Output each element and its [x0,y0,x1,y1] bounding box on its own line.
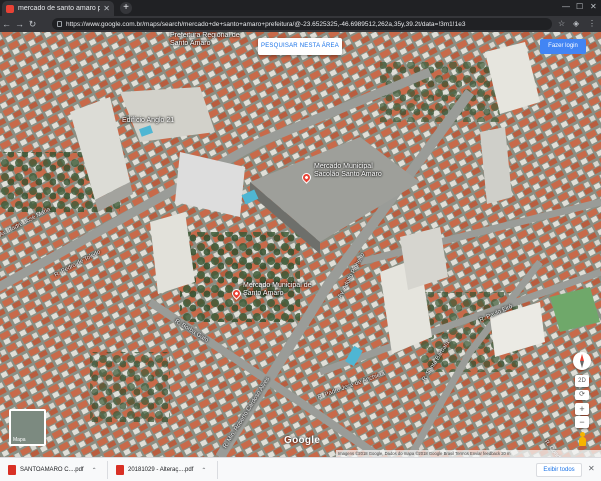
reload-icon[interactable]: ↻ [26,19,39,30]
rotate-icon[interactable]: ⟳ [575,390,589,400]
back-icon[interactable]: ← [0,19,13,29]
pdf-file-icon [116,465,124,475]
chevron-up-icon[interactable]: ⌃ [201,467,206,474]
close-downloads-icon[interactable]: ✕ [588,464,595,473]
downloads-bar: SANTOAMARO C....pdf ⌃ 20181029 - Alteraç… [0,457,601,481]
download-item[interactable]: 20181029 - Alteraç....pdf ⌃ [112,461,218,479]
url-text: https://www.google.com.br/maps/search/me… [66,20,466,28]
zoom-in-button[interactable]: + [575,403,589,415]
close-tab-icon[interactable]: ✕ [103,4,110,13]
google-logo: Google [284,435,321,446]
chevron-up-icon[interactable]: ⌃ [92,467,97,474]
tab-strip: mercado de santo amaro prefeitura ✕ + — … [0,0,601,16]
pdf-file-icon [8,465,16,475]
login-button[interactable]: Fazer login [540,39,586,54]
map-type-toggle[interactable]: Mapa [9,409,46,446]
window-close-icon[interactable]: ✕ [590,2,597,11]
zoom-out-button[interactable]: − [575,416,589,428]
compass-icon[interactable] [573,352,591,370]
maximize-icon[interactable]: ☐ [576,2,583,11]
extension-icon[interactable]: ◈ [573,19,579,28]
search-this-area-button[interactable]: PESQUISAR NESTA ÁREA [258,38,342,55]
address-bar[interactable]: https://www.google.com.br/maps/search/me… [52,18,552,30]
new-tab-button[interactable]: + [120,2,132,14]
browser-tab[interactable]: mercado de santo amaro prefeitura ✕ [2,1,114,16]
tilt-2d-button[interactable]: 2D [575,375,589,387]
map-satellite-view[interactable]: PESQUISAR NESTA ÁREA Fazer login Prefeit… [0,32,601,457]
download-filename: SANTOAMARO C....pdf [20,467,84,473]
show-all-downloads-button[interactable]: Exibir todos [536,463,582,477]
lock-icon [57,21,62,27]
tab-title: mercado de santo amaro prefeitura [18,5,101,12]
pegman-icon[interactable] [577,432,587,446]
download-filename: 20181029 - Alteraç....pdf [128,467,194,473]
google-maps-favicon-icon [6,4,14,13]
browser-toolbar: ← → ↻ https://www.google.com.br/maps/sea… [0,16,601,32]
place-label-mercado[interactable]: Mercado Municipal de Santo Amaro [243,282,313,298]
satellite-imagery [0,32,601,457]
minimap-label: Mapa [13,437,26,443]
forward-icon[interactable]: → [13,19,26,29]
place-label-edificio[interactable]: Edifício Anglo 21 [122,117,174,125]
bookmark-star-icon[interactable]: ☆ [558,19,565,28]
map-attribution[interactable]: Imagens ©2018 Google, Dados do mapa ©201… [336,450,601,457]
place-label-prefeitura[interactable]: Prefeitura Regional de Santo Amaro [170,32,240,48]
place-label-sacolao[interactable]: Mercado Municipal Sacolão Santo Amaro [314,163,384,179]
menu-icon[interactable]: ⋮ [588,19,596,28]
minimize-icon[interactable]: — [562,2,570,11]
download-item[interactable]: SANTOAMARO C....pdf ⌃ [4,461,108,479]
